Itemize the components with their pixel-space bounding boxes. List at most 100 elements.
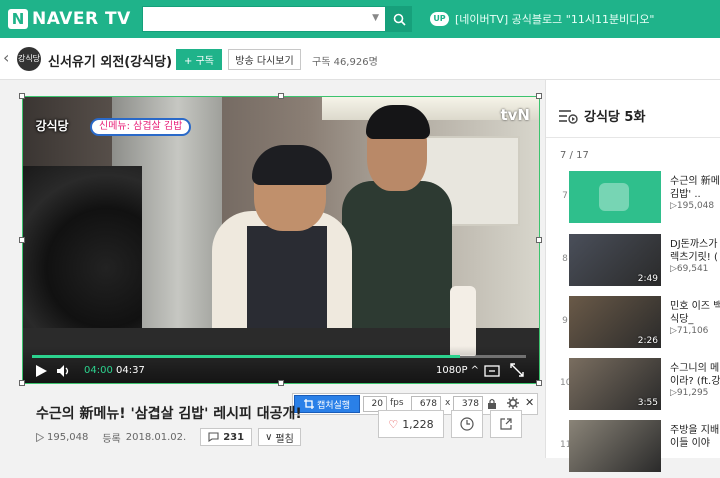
play-count-icon: ▷	[670, 201, 677, 211]
playlist-item-title-line2: 이들 이야	[670, 438, 710, 449]
search-input[interactable]: ▼	[142, 6, 386, 32]
playlist-item-title[interactable]: 수근의 新메김밥' ..	[670, 175, 720, 201]
progress-bar[interactable]	[32, 355, 526, 358]
thumbnail-image	[569, 420, 661, 472]
volume-icon[interactable]	[56, 364, 72, 378]
playlist-item-title-line1: 수근의 新메	[670, 176, 720, 187]
playlist-header: 강식당 5화	[558, 106, 645, 125]
playlist-item-title[interactable]: 수그니의 메이라? (ft.강	[670, 362, 720, 388]
playlist-position: 7 / 17	[560, 150, 589, 161]
watch-later-button[interactable]	[451, 410, 483, 438]
top-bar: N NAVER TV ▼ UP [네이버TV] 공식블로그 "11시11분비디오…	[0, 0, 720, 38]
comment-count: 231	[223, 431, 245, 443]
naver-n-icon: N	[8, 9, 28, 29]
crop-icon	[303, 399, 314, 409]
channel-avatar[interactable]: 강식당	[17, 47, 41, 71]
channel-name[interactable]: 신서유기 외전(강식당)	[48, 51, 172, 70]
dimension-separator: x	[445, 398, 451, 408]
subscriber-count: 구독 46,926명	[312, 57, 378, 68]
share-button[interactable]	[490, 410, 522, 438]
play-count-icon: ▷	[670, 326, 677, 336]
video-title: 수근의 新메뉴! '삼겹살 김밥' 레시피 대공개!	[36, 406, 302, 422]
playlist-item-thumbnail[interactable]: 3:55	[569, 358, 661, 410]
playlist-item[interactable]: 7 수근의 新메 김밥' .. ▷195,048	[546, 171, 720, 229]
expand-label: 펼침	[275, 433, 294, 445]
player-controls: 04:00 04:37 1080P ^	[22, 346, 540, 384]
playlist-item-thumbnail[interactable]	[569, 420, 661, 472]
playlist-item-title[interactable]: 민호 이즈 백식당_	[670, 300, 720, 326]
playlist-item-views: ▷195,048	[670, 201, 714, 211]
like-button[interactable]: ♡ 1,228	[378, 410, 444, 438]
quality-selector[interactable]: 1080P ^	[436, 365, 479, 376]
playlist-item-title-line1: DJ돈까스가	[670, 239, 718, 250]
playlist-item-title-line1: 주방을 지배	[670, 425, 720, 436]
playlist-item-title-line2: 렉츠기릿! (	[670, 252, 718, 263]
playlist-item-views: ▷69,541	[670, 264, 708, 274]
clock-icon	[460, 417, 474, 431]
playlist-item-views: ▷91,295	[670, 388, 708, 398]
playlist-item-duration: 2:26	[637, 336, 658, 346]
playlist-item-title-line1: 수그니의 메	[670, 363, 720, 374]
comment-icon	[208, 432, 219, 442]
playlist-item-title-line1: 민호 이즈 백	[670, 301, 720, 312]
share-icon	[500, 418, 512, 430]
subscribe-button[interactable]: + 구독	[176, 49, 222, 70]
play-icon[interactable]	[34, 364, 48, 378]
playlist-item[interactable]: 8 2:49 DJ돈까스가 렉츠기릿! (▷69,541	[546, 234, 720, 292]
comment-button[interactable]: 231	[200, 428, 253, 446]
playlist-item-duration: 3:55	[637, 398, 658, 408]
play-count-icon	[36, 432, 44, 442]
pip-icon[interactable]	[484, 364, 500, 378]
upload-date: 2018.01.02.	[125, 431, 187, 443]
search-button[interactable]	[386, 6, 412, 32]
playlist-item-title-line2: 식당_	[670, 314, 694, 325]
playlist-item[interactable]: 9 2:26 민호 이즈 백 식당_ ▷71,106	[546, 296, 720, 354]
playlist-item-title-line2: 김밥' ..	[670, 189, 701, 200]
gear-icon[interactable]	[507, 397, 519, 409]
replay-button[interactable]: 방송 다시보기	[228, 49, 301, 70]
playlist-item-duration: 2:49	[637, 274, 658, 284]
like-count: 1,228	[402, 417, 434, 431]
progress-bar-fill	[32, 355, 461, 358]
search-dropdown-arrow-icon[interactable]: ▼	[372, 13, 379, 23]
capture-run-label: 캡처실행	[316, 400, 351, 411]
playlist-item-view-count: 71,106	[676, 326, 709, 336]
up-badge: UP	[430, 12, 449, 26]
back-icon[interactable]: ‹	[3, 48, 9, 67]
chevron-down-icon: ∨	[265, 431, 273, 443]
total-time: 04:37	[116, 365, 145, 376]
chevron-up-icon: ^	[467, 365, 480, 376]
video-scene-person-left	[212, 145, 352, 366]
naver-tv-logo[interactable]: N NAVER TV	[8, 9, 131, 29]
playlist-item-thumbnail[interactable]: 2:26	[569, 296, 661, 348]
search-icon	[393, 13, 406, 26]
up-notice-link[interactable]: [네이버TV] 공식블로그 "11시11분비디오"	[455, 11, 655, 27]
video-player[interactable]: 강식당 신메뉴: 삼겹살 김밥 tvN 04:00 04:37 1080P ^	[22, 96, 540, 384]
playlist-item[interactable]: 11 주방을 지배 이들 이야	[546, 420, 720, 478]
lock-icon[interactable]	[487, 398, 497, 410]
close-icon[interactable]: ✕	[525, 396, 534, 409]
play-count-icon: ▷	[670, 388, 677, 398]
playlist-item-thumbnail[interactable]: 2:49	[569, 234, 661, 286]
video-caption: 신메뉴: 삼겹살 김밥	[90, 118, 192, 136]
playlist-item-title-line2: 이라? (ft.강	[670, 376, 720, 387]
playlist-panel: 강식당 5화 7 / 17 7 수근의 新메 김밥' .. ▷195,048 8 2:49…	[545, 80, 720, 472]
capture-run-button[interactable]: 캡처실행	[294, 395, 360, 413]
video-scene-camera	[22, 166, 142, 336]
playlist-item-thumbnail[interactable]	[569, 171, 661, 223]
playlist-item[interactable]: 10 3:55 수그니의 메 이라? (ft.강 ▷91,295	[546, 358, 720, 416]
playlist-icon	[559, 109, 578, 124]
playlist-item-views: ▷71,106	[670, 326, 708, 336]
play-count-icon: ▷	[670, 264, 677, 274]
fps-label: fps	[390, 398, 404, 408]
expand-button[interactable]: ∨ 펼침	[258, 428, 301, 446]
play-thumbnail-icon	[599, 183, 629, 211]
playlist-item-title[interactable]: 주방을 지배이들 이야	[670, 424, 720, 450]
fullscreen-icon[interactable]	[510, 363, 524, 377]
divider	[546, 137, 720, 138]
channel-bar: ‹ 강식당 신서유기 외전(강식당) + 구독 방송 다시보기 구독 46,92…	[0, 38, 720, 80]
playlist-item-title[interactable]: DJ돈까스가렉츠기릿! (	[670, 238, 720, 264]
thumbnail-image	[569, 171, 661, 223]
playlist-item-view-count: 69,541	[676, 264, 709, 274]
current-time: 04:00	[84, 365, 113, 376]
